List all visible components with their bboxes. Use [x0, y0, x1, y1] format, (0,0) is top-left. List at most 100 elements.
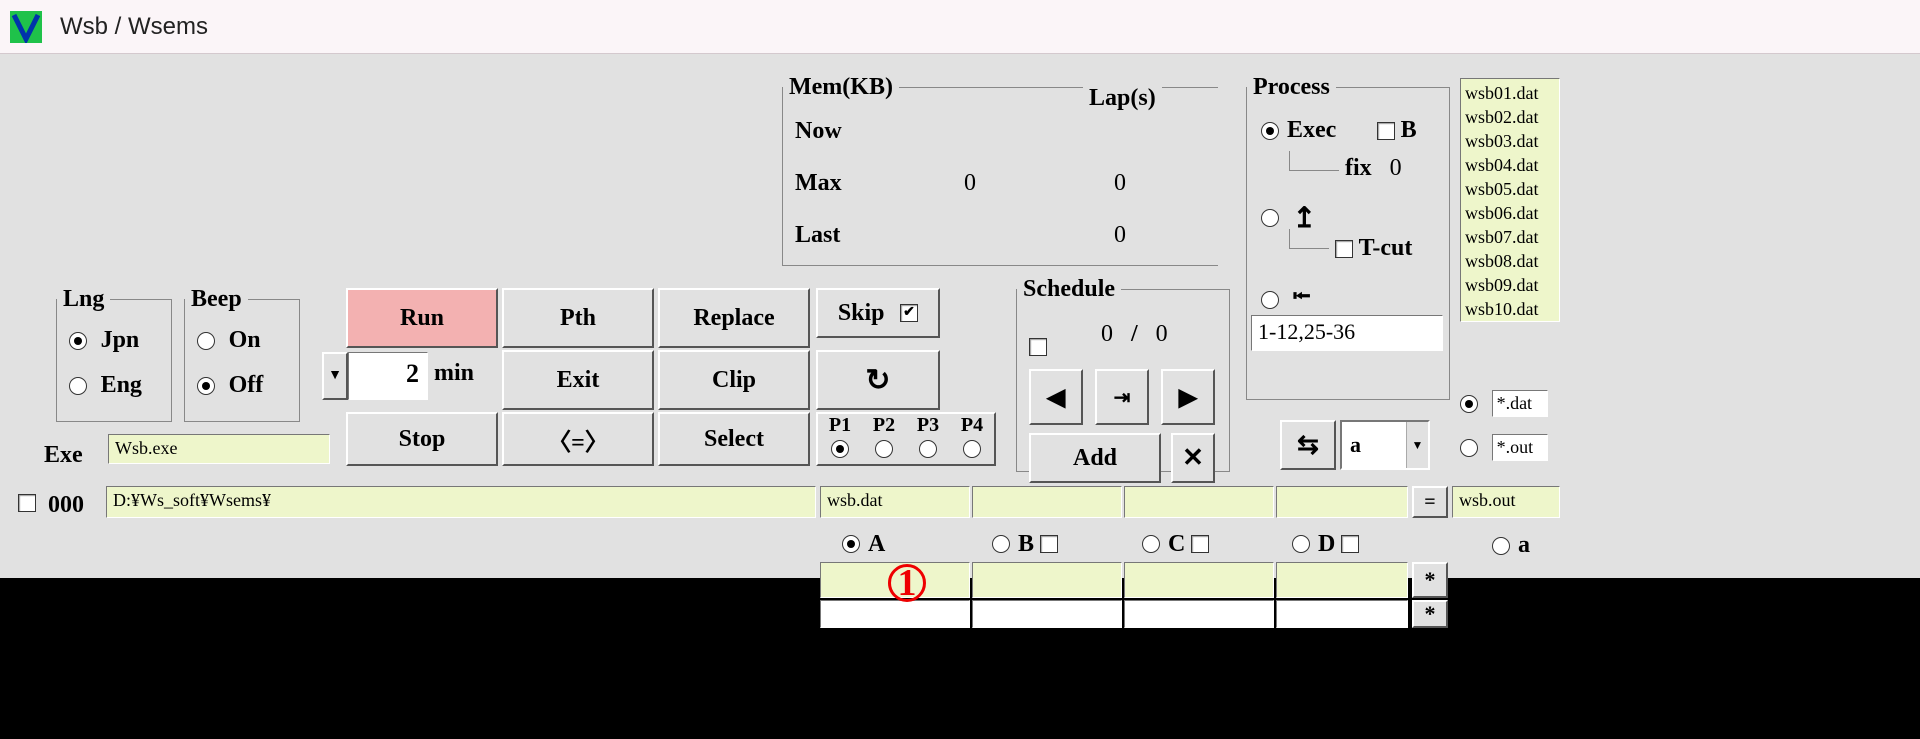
- cell-b1[interactable]: [972, 562, 1122, 598]
- radio-col-a[interactable]: A: [842, 530, 992, 558]
- cell-d1[interactable]: [1276, 562, 1408, 598]
- file-list[interactable]: wsb01.datwsb02.datwsb03.datwsb04.datwsb0…: [1460, 78, 1560, 322]
- p-option-p3[interactable]: P3: [906, 414, 950, 464]
- mem-row-label: Max: [795, 170, 895, 197]
- stop-button[interactable]: Stop: [346, 412, 498, 466]
- skip-toggle[interactable]: Skip: [816, 288, 940, 338]
- radio-a-lower[interactable]: a: [1492, 532, 1530, 559]
- mem-legend: Mem(KB): [783, 74, 899, 101]
- radio-dot-jpn: [69, 332, 87, 350]
- exe-input[interactable]: Wsb.exe: [108, 434, 330, 464]
- radio-beep-on[interactable]: On: [197, 327, 287, 354]
- swap-button[interactable]: 〈=〉: [502, 412, 654, 466]
- row000-cell-c[interactable]: [1124, 486, 1274, 518]
- col-checkbox-b[interactable]: [1040, 535, 1058, 553]
- replace-button[interactable]: Replace: [658, 288, 810, 348]
- checkbox-tcut[interactable]: T-cut: [1335, 235, 1412, 262]
- radio-ext-out[interactable]: *.out: [1460, 434, 1548, 461]
- p-option-p4[interactable]: P4: [950, 414, 994, 464]
- p-group: P1P2P3P4: [816, 412, 996, 466]
- file-list-item[interactable]: wsb08.dat: [1465, 249, 1555, 273]
- process-range-input[interactable]: 1-12,25-36: [1251, 315, 1443, 351]
- spin-unit: min: [434, 360, 474, 387]
- cell-a1[interactable]: [820, 562, 970, 598]
- radio-dot-on: [197, 332, 215, 350]
- row000-number: 000: [48, 492, 84, 519]
- file-list-item[interactable]: wsb02.dat: [1465, 105, 1555, 129]
- radio-col-d[interactable]: D: [1292, 530, 1442, 558]
- schedule-prev-button[interactable]: ◀: [1029, 369, 1083, 425]
- radio-col-c[interactable]: C: [1142, 530, 1292, 558]
- fix-label: fix: [1345, 155, 1372, 181]
- schedule-add-button[interactable]: Add: [1029, 433, 1161, 483]
- process-combo[interactable]: a ▼: [1340, 420, 1430, 470]
- row000-checkbox[interactable]: [18, 494, 36, 512]
- spin-dropdown-button[interactable]: ▼: [322, 352, 348, 400]
- file-list-item[interactable]: wsb06.dat: [1465, 201, 1555, 225]
- cell-a2[interactable]: [820, 600, 970, 628]
- fix-value: 0: [1390, 155, 1402, 181]
- schedule-mid-button[interactable]: ⇥: [1095, 369, 1149, 425]
- radio-beep-off[interactable]: Off: [197, 372, 287, 399]
- star-button-2[interactable]: *: [1412, 600, 1448, 628]
- p-option-p2[interactable]: P2: [862, 414, 906, 464]
- radio-eng[interactable]: Eng: [69, 372, 159, 399]
- radio-jpn[interactable]: Jpn: [69, 327, 159, 354]
- clip-button[interactable]: Clip: [658, 350, 810, 410]
- row000-path-input[interactable]: D:¥Ws_soft¥Wsems¥: [106, 486, 816, 518]
- row000-cell-d[interactable]: [1276, 486, 1408, 518]
- file-list-item[interactable]: wsb07.dat: [1465, 225, 1555, 249]
- col-checkbox-d[interactable]: [1341, 535, 1359, 553]
- file-list-item[interactable]: wsb05.dat: [1465, 177, 1555, 201]
- mem-row-label: Last: [795, 222, 895, 249]
- file-list-item[interactable]: wsb09.dat: [1465, 273, 1555, 297]
- lap-value: 0: [1045, 222, 1195, 249]
- checkbox-b[interactable]: B: [1377, 117, 1417, 144]
- file-list-item[interactable]: wsb10.dat: [1465, 297, 1555, 321]
- radio-col-b[interactable]: B: [992, 530, 1142, 558]
- radio-dot-off: [197, 377, 215, 395]
- row000-eq-button[interactable]: =: [1412, 486, 1448, 518]
- select-button[interactable]: Select: [658, 412, 810, 466]
- cell-d2[interactable]: [1276, 600, 1408, 628]
- radio-rewind[interactable]: ⭰: [1261, 279, 1311, 320]
- lng-group: Lng Jpn Eng: [56, 286, 172, 422]
- cell-c1[interactable]: [1124, 562, 1274, 598]
- app-icon: [10, 11, 42, 43]
- lap-value: 0: [1045, 170, 1195, 197]
- process-group: Process Exec B fix 0 ↥ T-cut ⭰ 1-12,25-3…: [1246, 74, 1450, 400]
- file-list-item[interactable]: wsb03.dat: [1465, 129, 1555, 153]
- run-button[interactable]: Run: [346, 288, 498, 348]
- row000-cell-b[interactable]: [972, 486, 1122, 518]
- row000-dat-input[interactable]: wsb.dat: [820, 486, 970, 518]
- chevron-down-icon: ▼: [1406, 422, 1428, 468]
- cell-b2[interactable]: [972, 600, 1122, 628]
- star-button-1[interactable]: *: [1412, 562, 1448, 598]
- schedule-group: Schedule 0 / 0 ◀ ⇥ ▶ Add ✕: [1016, 276, 1230, 472]
- p-option-p1[interactable]: P1: [818, 414, 862, 464]
- file-list-item[interactable]: wsb04.dat: [1465, 153, 1555, 177]
- schedule-close-button[interactable]: ✕: [1171, 433, 1215, 483]
- file-list-item[interactable]: wsb01.dat: [1465, 81, 1555, 105]
- cell-c2[interactable]: [1124, 600, 1274, 628]
- schedule-next-button[interactable]: ▶: [1161, 369, 1215, 425]
- exit-button[interactable]: Exit: [502, 350, 654, 410]
- process-swap-button[interactable]: ⇆: [1280, 420, 1336, 470]
- reload-button[interactable]: ↻: [816, 350, 940, 410]
- schedule-total: 0: [1156, 321, 1168, 347]
- memlap-group: Mem(KB) Lap(s) NowMax00Last0: [782, 74, 1218, 266]
- col-checkbox-c[interactable]: [1191, 535, 1209, 553]
- schedule-legend: Schedule: [1017, 276, 1121, 303]
- mem-value: 0: [895, 170, 1045, 197]
- schedule-checkbox[interactable]: [1029, 338, 1047, 356]
- abcd-radio-row: AB C D: [842, 530, 1442, 558]
- row000-out-input[interactable]: wsb.out: [1452, 486, 1560, 518]
- pth-button[interactable]: Pth: [502, 288, 654, 348]
- skip-checkbox: [900, 304, 918, 322]
- spin-value[interactable]: 2: [348, 352, 428, 400]
- radio-ext-dat[interactable]: *.dat: [1460, 390, 1548, 417]
- window-title: Wsb / Wsems: [60, 13, 208, 41]
- radio-dot-eng: [69, 377, 87, 395]
- radio-exec[interactable]: Exec: [1261, 117, 1336, 144]
- mem-row-label: Now: [795, 118, 895, 145]
